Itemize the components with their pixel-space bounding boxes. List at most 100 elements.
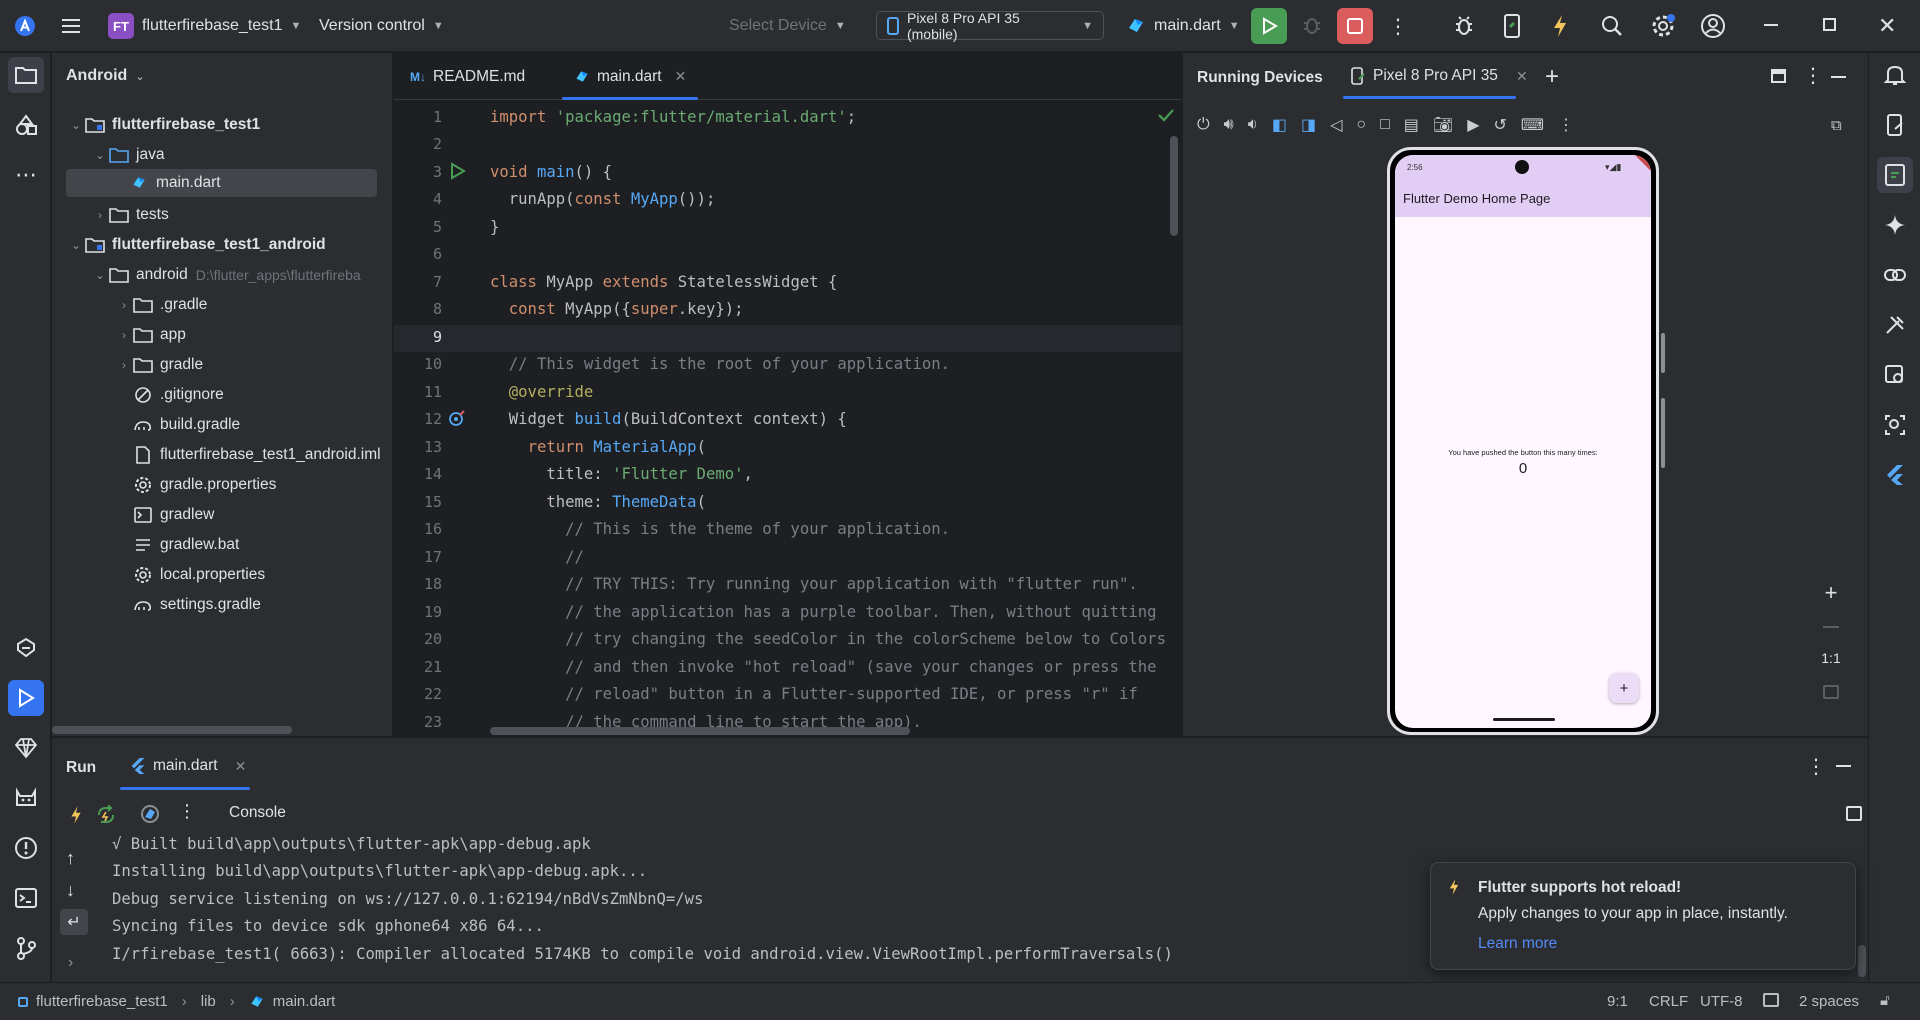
more-icon[interactable]: ⋮ — [1558, 115, 1574, 135]
device-manager-button[interactable] — [1877, 107, 1913, 143]
indent-setting[interactable]: 2 spaces — [1799, 993, 1859, 1010]
horizontal-scrollbar[interactable] — [490, 727, 910, 735]
app-quality-button[interactable] — [1877, 307, 1913, 343]
tree-item-selected[interactable]: main.dart — [66, 169, 377, 197]
gemini-tool-button[interactable] — [8, 730, 44, 766]
scroll-down-icon[interactable]: ↓ — [66, 880, 75, 901]
flutter-inspector-button[interactable] — [1877, 457, 1913, 493]
close-window-icon[interactable]: ✕ — [1878, 13, 1896, 39]
volume-down-icon[interactable]: 🔉︎ — [1248, 116, 1258, 134]
minimize-window-icon[interactable] — [1764, 24, 1778, 26]
tree-item[interactable]: flutterfirebase_test1_android.iml — [132, 441, 381, 469]
settings-gear-icon[interactable] — [1650, 13, 1676, 39]
tree-item[interactable]: › gradle — [116, 351, 203, 379]
hide-panel-icon[interactable] — [1831, 76, 1846, 78]
console-scrollbar[interactable] — [1858, 945, 1866, 977]
run-tool-button[interactable] — [8, 680, 44, 716]
keyboard-icon[interactable]: ⌨︎ — [1521, 115, 1544, 135]
search-icon[interactable] — [1600, 14, 1624, 38]
more-actions-icon[interactable]: ⋮ — [1388, 14, 1408, 39]
breadcrumb-project[interactable]: flutterfirebase_test1 — [36, 993, 168, 1010]
hot-reload-icon[interactable] — [1550, 13, 1570, 39]
vertical-scrollbar[interactable] — [1170, 136, 1178, 236]
zoom-fit-icon[interactable] — [1823, 685, 1839, 699]
device-manager-icon[interactable] — [1502, 13, 1522, 39]
horizontal-scrollbar[interactable] — [52, 726, 292, 734]
stop-button[interactable] — [1337, 8, 1373, 44]
tree-item[interactable]: › .gradle — [116, 291, 207, 319]
restore-window-icon[interactable] — [1823, 18, 1836, 31]
tree-item[interactable]: local.properties — [132, 561, 265, 589]
main-menu-icon[interactable] — [60, 0, 82, 52]
attach-debugger-icon[interactable] — [1452, 14, 1476, 38]
increment-fab[interactable]: + — [1609, 673, 1639, 703]
close-tab-icon[interactable]: ✕ — [675, 68, 687, 85]
select-device-dropdown[interactable]: Select Device ▼ — [729, 0, 846, 52]
maximize-panel-icon[interactable] — [1771, 69, 1786, 83]
console-tab[interactable]: Console — [229, 804, 286, 822]
power-icon[interactable]: ⏻ — [1197, 116, 1210, 134]
phone-screen[interactable]: 2:56 ▾◢▮ Flutter Demo Home Page You have… — [1395, 155, 1651, 728]
tab-run-main-dart[interactable]: main.dart ✕ — [120, 746, 251, 790]
expand-icon[interactable]: › — [68, 954, 73, 972]
scroll-up-icon[interactable]: ↑ — [66, 848, 75, 869]
more-tools-icon[interactable]: ⋯ — [8, 157, 44, 193]
file-encoding[interactable]: UTF-8 — [1700, 993, 1743, 1010]
device-snapshot-icon[interactable]: ▤ — [1404, 115, 1419, 135]
reset-icon[interactable]: ↺ — [1494, 115, 1507, 135]
resource-manager-button[interactable] — [8, 107, 44, 143]
volume-up-icon[interactable]: 🔊︎ — [1224, 116, 1234, 134]
tab-main-dart[interactable]: main.dart ✕ — [561, 53, 699, 100]
account-avatar-icon[interactable] — [1700, 13, 1726, 39]
project-tool-button[interactable] — [8, 57, 44, 93]
back-icon[interactable]: ◁ — [1330, 115, 1342, 135]
hide-panel-icon[interactable] — [1836, 765, 1851, 767]
rotate-right-icon[interactable]: ◨ — [1301, 115, 1316, 135]
tab-device-pixel[interactable]: Pixel 8 Pro API 35 ✕ — [1343, 53, 1528, 99]
layout-inspector-button[interactable] — [1877, 407, 1913, 443]
rotate-left-icon[interactable]: ◧ — [1272, 115, 1287, 135]
tree-item[interactable]: settings.gradle — [132, 591, 261, 619]
home-icon[interactable]: ○ — [1356, 116, 1366, 134]
tree-item[interactable]: ⌄ android D:\flutter_apps\flutterfireba — [92, 261, 392, 289]
tree-item[interactable]: ⌄ flutterfirebase_test1 — [68, 111, 260, 139]
tree-item[interactable]: › tests — [92, 201, 169, 229]
tree-item[interactable]: gradle.properties — [132, 471, 276, 499]
build-variants-button[interactable] — [8, 630, 44, 666]
project-view-selector[interactable]: Android ⌄ — [66, 67, 145, 85]
debug-button[interactable] — [1301, 14, 1323, 36]
more-icon[interactable]: ⋮ — [178, 801, 196, 822]
more-options-icon[interactable]: ⋮ — [1806, 754, 1826, 779]
device-settings-icon[interactable]: ⧉ — [1831, 117, 1842, 134]
code-area[interactable]: import 'package:flutter/material.dart'; … — [394, 100, 1181, 736]
tree-item[interactable]: › app — [116, 321, 186, 349]
zoom-actual-size[interactable]: 1:1 — [1811, 650, 1851, 666]
lock-icon[interactable]: 🔓︎ — [1880, 992, 1890, 1009]
tree-item[interactable]: ⌄ flutterfirebase_test1_android — [68, 231, 326, 259]
app-links-button[interactable] — [1877, 257, 1913, 293]
layout-options-icon[interactable] — [1846, 806, 1862, 821]
add-device-icon[interactable]: + — [1545, 63, 1559, 91]
hot-reload-icon[interactable] — [68, 805, 84, 825]
tree-item[interactable]: gradlew.bat — [132, 531, 239, 559]
version-control-tool-button[interactable] — [8, 930, 44, 966]
problems-tool-button[interactable] — [8, 830, 44, 866]
device-selector[interactable]: Pixel 8 Pro API 35 (mobile) ▼ — [876, 10, 1104, 42]
run-config-selector[interactable]: main.dart ▼ — [1126, 0, 1240, 52]
hot-restart-icon[interactable] — [96, 805, 116, 825]
project-selector[interactable]: FT flutterfirebase_test1 ▼ — [108, 0, 301, 52]
run-button[interactable] — [1251, 8, 1287, 44]
tree-item[interactable]: .gitignore — [132, 381, 224, 409]
screenshot-icon[interactable]: 📷︎ — [1433, 115, 1453, 135]
line-ending[interactable]: CRLF — [1649, 993, 1688, 1010]
gemini-button[interactable] — [1877, 207, 1913, 243]
no-problems-check-icon[interactable] — [1158, 108, 1174, 122]
overview-icon[interactable]: □ — [1380, 116, 1390, 134]
tree-item[interactable]: gradlew — [132, 501, 214, 529]
close-tab-icon[interactable]: ✕ — [235, 758, 247, 775]
more-options-icon[interactable]: ⋮ — [1803, 63, 1823, 88]
logcat-tool-button[interactable] — [8, 780, 44, 816]
app-logo-icon[interactable] — [14, 0, 36, 52]
zoom-in-icon[interactable]: + — [1811, 577, 1851, 609]
tree-item[interactable]: build.gradle — [132, 411, 240, 439]
